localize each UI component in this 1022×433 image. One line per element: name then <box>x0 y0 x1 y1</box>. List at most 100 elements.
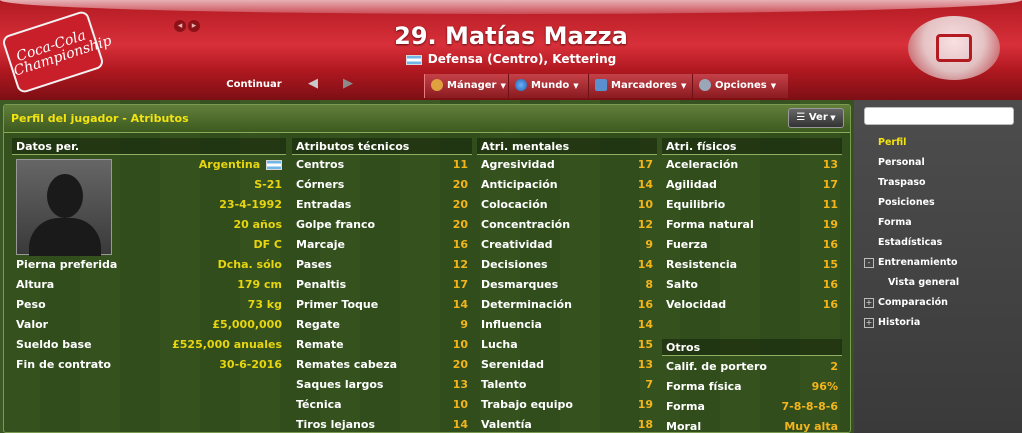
technical-row: Primer Toque 14 <box>292 295 472 315</box>
view-button[interactable]: ☰ Ver ▼ <box>788 108 844 128</box>
sidebar: Perfil Personal Traspaso Posiciones Forma Est… <box>854 100 1022 433</box>
expand-icon[interactable]: + <box>864 298 874 308</box>
mental-label: Serenidad <box>481 358 545 371</box>
technical-row: Centros 11 <box>292 155 472 175</box>
physical-row: Fuerza 16 <box>662 235 842 255</box>
toolbar: Continuar ◀ ▶ Mánager ▼ Mundo ▼ Marcadores… <box>0 74 1022 100</box>
others-row: Forma física 96% <box>662 377 842 397</box>
menu-world[interactable]: Mundo ▼ <box>509 74 589 98</box>
technical-value: 9 <box>460 318 468 331</box>
menu-bookmarks[interactable]: Marcadores ▼ <box>589 74 693 98</box>
nationality-row: Argentina <box>12 155 286 175</box>
others-row: Moral Muy alta <box>662 417 842 433</box>
physical-header: Atri. físicos <box>662 138 842 155</box>
mental-value: 19 <box>637 398 653 411</box>
mental-row: Anticipación 14 <box>477 175 657 195</box>
sidebar-item-5[interactable]: Estadísticas <box>878 233 942 253</box>
mental-value: 16 <box>637 298 653 311</box>
birthdate-row: 23-4-1992 <box>12 195 286 215</box>
player-subtitle-text: Defensa (Centro), Kettering <box>427 52 617 66</box>
search-input[interactable] <box>864 107 1014 125</box>
panel-title: Perfil del jugador - Atributos <box>11 112 189 125</box>
back-arrow-icon[interactable]: ◀ <box>308 76 318 91</box>
technical-row: Remates cabeza 20 <box>292 355 472 375</box>
mental-value: 18 <box>637 418 653 431</box>
mental-row: Trabajo equipo 19 <box>477 395 657 415</box>
sidebar-item-8[interactable]: Comparación <box>878 293 948 313</box>
sidebar-item-3[interactable]: Posiciones <box>878 193 935 213</box>
menu-manager[interactable]: Mánager ▼ <box>425 74 509 98</box>
mental-row: Agresividad 17 <box>477 155 657 175</box>
others-value: Muy alta <box>784 420 838 433</box>
sidebar-item-2[interactable]: Traspaso <box>878 173 926 193</box>
sidebar-item-9[interactable]: Historia <box>878 313 920 333</box>
mental-row: Valentía 18 <box>477 415 657 433</box>
attributes-panel: Perfil del jugador - Atributos ☰ Ver ▼ D… <box>3 104 851 433</box>
mental-label: Determinación <box>481 298 572 311</box>
age-row: 20 años <box>12 215 286 235</box>
mental-label: Influencia <box>481 318 542 331</box>
chevron-down-icon: ▼ <box>827 114 836 122</box>
continue-button[interactable]: Continuar <box>198 74 310 98</box>
mental-value: 8 <box>645 278 653 291</box>
nationality-value[interactable]: Argentina <box>199 155 282 175</box>
history-arrows: ◂ ▸ <box>174 20 202 32</box>
page-title: 29. Matías Mazza <box>394 22 628 50</box>
mental-label: Creatividad <box>481 238 553 251</box>
technical-label: Remate <box>296 338 344 351</box>
club-crest <box>908 16 1000 80</box>
technical-row: Pases 12 <box>292 255 472 275</box>
technical-label: Marcaje <box>296 238 345 251</box>
chevron-down-icon: ▼ <box>500 82 506 90</box>
mental-value: 15 <box>637 338 653 351</box>
mental-value: 13 <box>637 358 653 371</box>
chevron-down-icon: ▼ <box>681 82 687 90</box>
technical-row: Tiros lejanos 14 <box>292 415 472 433</box>
technical-label: Centros <box>296 158 345 171</box>
bookmark-icon <box>595 79 607 91</box>
technical-row: Penaltis 17 <box>292 275 472 295</box>
technical-label: Córners <box>296 178 345 191</box>
personal-row: Altura 179 cm <box>16 278 282 291</box>
mental-row: Lucha 15 <box>477 335 657 355</box>
mental-value: 12 <box>637 218 653 231</box>
header-bar: Coca-Cola Championship ◂ ▸ 29. Matías Maz… <box>0 0 1022 100</box>
sidebar-item-7[interactable]: Vista general <box>888 273 959 293</box>
player-subtitle: Defensa (Centro), Kettering <box>300 52 722 66</box>
personal-row: Fin de contrato 30-6-2016 <box>16 358 282 371</box>
others-label: Calif. de portero <box>666 360 767 373</box>
technical-value: 20 <box>452 358 468 371</box>
position-value: DF C <box>253 238 282 251</box>
technical-row: Regate 9 <box>292 315 472 335</box>
mental-row: Concentración 12 <box>477 215 657 235</box>
collapse-icon[interactable]: - <box>864 258 874 268</box>
expand-icon[interactable]: + <box>864 318 874 328</box>
physical-value: 11 <box>822 198 838 211</box>
technical-row: Marcaje 16 <box>292 235 472 255</box>
history-back-icon[interactable]: ◂ <box>174 20 186 32</box>
mental-label: Agresividad <box>481 158 555 171</box>
technical-value: 10 <box>452 338 468 351</box>
menu-options[interactable]: Opciones ▼ <box>693 74 789 98</box>
sidebar-item-1[interactable]: Personal <box>878 153 925 173</box>
physical-row: Salto 16 <box>662 275 842 295</box>
sidebar-item-6[interactable]: Entrenamiento <box>878 253 958 273</box>
forward-arrow-icon[interactable]: ▶ <box>343 76 353 91</box>
technical-value: 12 <box>452 258 468 271</box>
physical-label: Velocidad <box>666 298 727 311</box>
history-forward-icon[interactable]: ▸ <box>188 20 200 32</box>
crest-emblem <box>936 34 972 62</box>
technical-value: 17 <box>452 278 468 291</box>
sidebar-item-0[interactable]: Perfil <box>878 133 906 153</box>
physical-value: 16 <box>822 278 838 291</box>
technical-row: Técnica 10 <box>292 395 472 415</box>
technical-label: Remates cabeza <box>296 358 398 371</box>
technical-header: Atributos técnicos <box>292 138 472 155</box>
sidebar-item-4[interactable]: Forma <box>878 213 912 233</box>
mental-value: 14 <box>637 258 653 271</box>
squad-value[interactable]: S-21 <box>254 175 282 195</box>
chevron-down-icon: ▼ <box>770 82 777 90</box>
mental-label: Anticipación <box>481 178 558 191</box>
mental-value: 17 <box>637 158 653 171</box>
app-window: Coca-Cola Championship ◂ ▸ 29. Matías Maz… <box>0 0 1022 433</box>
